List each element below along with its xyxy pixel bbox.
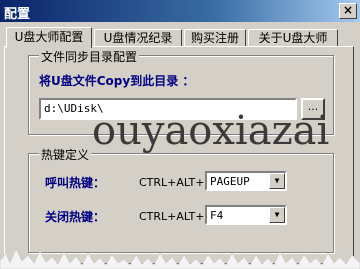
title-bar: 配置 × — [0, 0, 360, 22]
config-panel: 文件同步目录配置 将U盘文件Copy到此目录 ： d:\UDisk\ ... 热… — [4, 46, 354, 264]
call-hotkey-modifier: CTRL+ALT+ — [139, 176, 205, 189]
hotkey-group: 热键定义 呼叫热键： CTRL+ALT+ PAGEUP ▼ 关闭热键： CTRL… — [28, 146, 334, 253]
watermark: ouyaoxiazai — [92, 108, 330, 154]
close-button[interactable]: × — [339, 3, 357, 19]
close-hotkey-value: F4 — [210, 209, 224, 222]
close-hotkey-select[interactable]: F4 ▼ — [205, 205, 287, 225]
close-hotkey-label: 关闭热键： — [45, 210, 106, 224]
tab-udisk-log[interactable]: U盘情况纪录 — [94, 29, 182, 47]
hotkey-group-title: 热键定义 — [39, 146, 92, 163]
call-hotkey-label: 呼叫热键： — [45, 176, 106, 190]
call-hotkey-select[interactable]: PAGEUP ▼ — [205, 171, 287, 191]
window-title: 配置 — [4, 7, 31, 22]
tab-udisk-config[interactable]: U盘大师配置 — [6, 27, 92, 48]
chevron-down-icon[interactable]: ▼ — [269, 173, 285, 189]
close-hotkey-modifier: CTRL+ALT+ — [139, 210, 205, 223]
call-hotkey-value: PAGEUP — [210, 175, 250, 188]
chevron-down-icon[interactable]: ▼ — [269, 207, 285, 223]
grass-decoration — [0, 248, 360, 269]
sync-prompt-label: 将U盘文件Copy到此目录 ： — [39, 74, 195, 88]
tab-purchase[interactable]: 购买注册 — [184, 29, 246, 47]
tab-about[interactable]: 关于U盘大师 — [248, 29, 338, 47]
sync-group-title: 文件同步目录配置 — [39, 48, 140, 65]
